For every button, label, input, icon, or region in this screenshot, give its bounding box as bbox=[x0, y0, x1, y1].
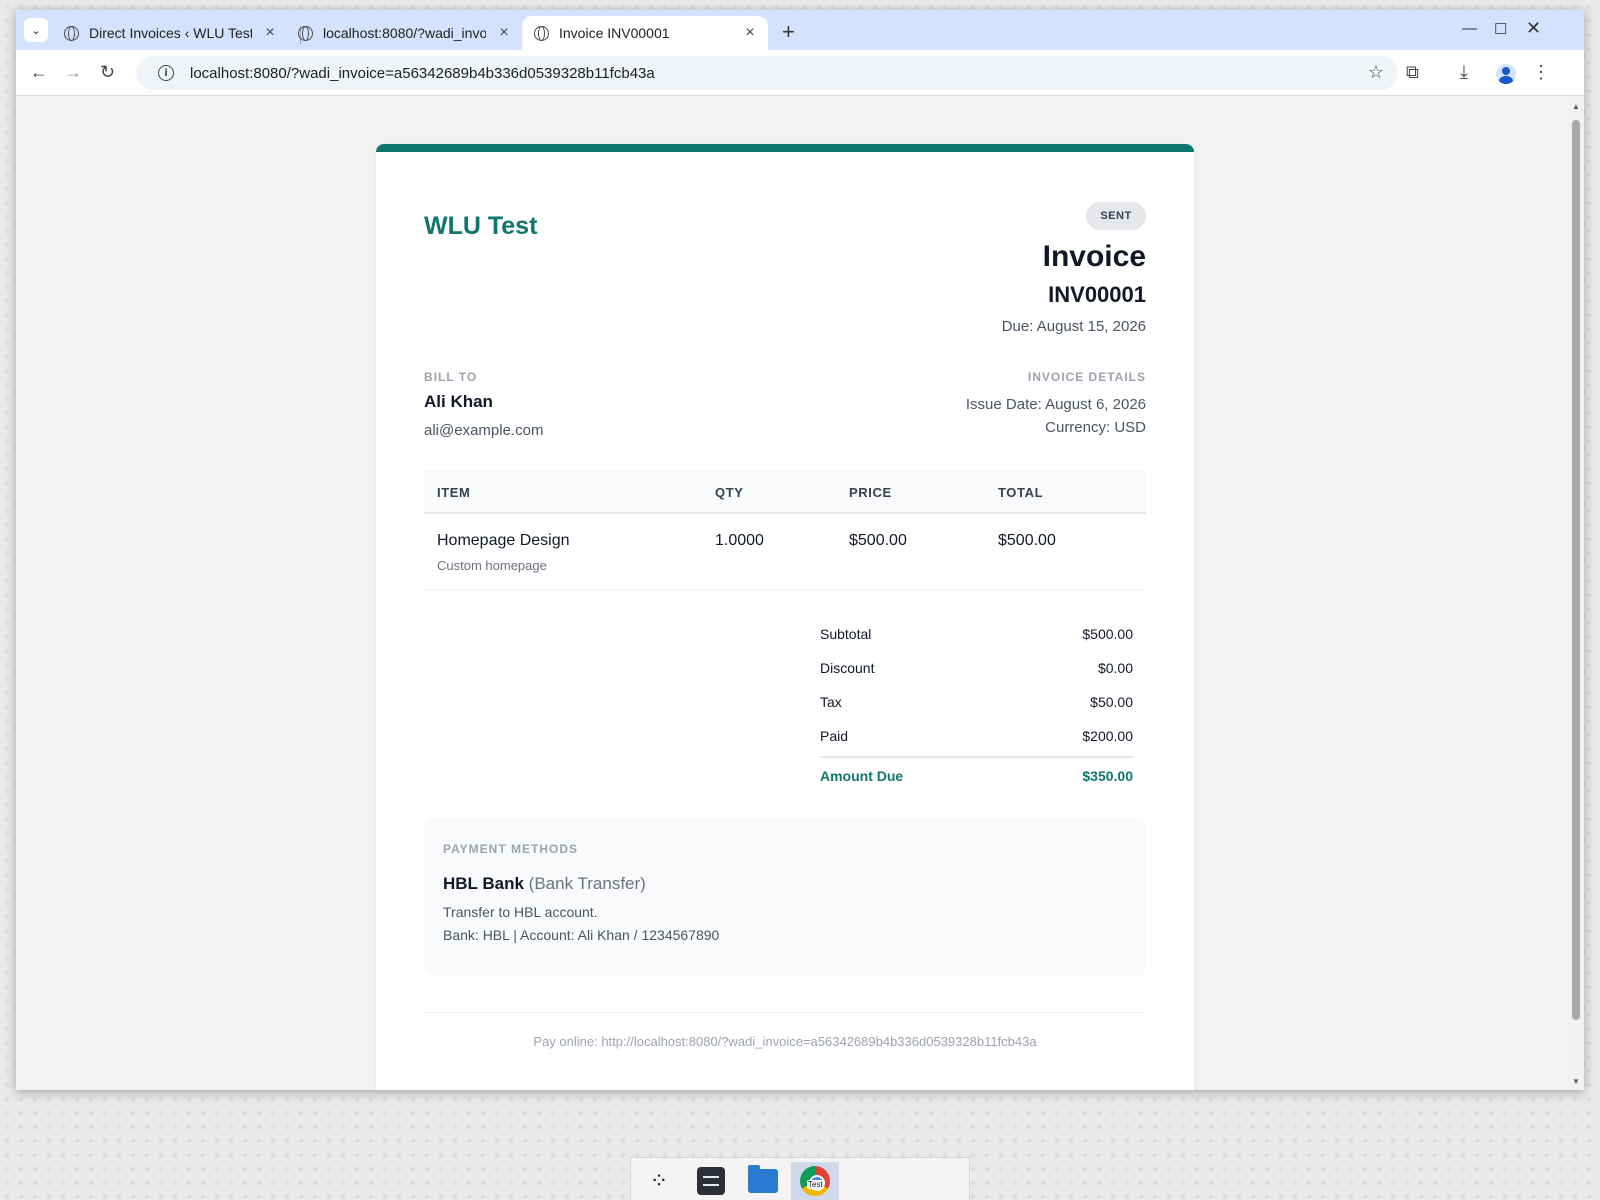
tax-label: Tax bbox=[820, 694, 842, 710]
invoice-number: INV00001 bbox=[1048, 282, 1146, 307]
invoice-title: Invoice bbox=[1042, 240, 1146, 273]
settings-app-button[interactable] bbox=[687, 1162, 735, 1200]
client-name: Ali Khan bbox=[424, 392, 493, 411]
subtotal-label: Subtotal bbox=[820, 626, 872, 642]
close-icon[interactable]: × bbox=[742, 24, 758, 42]
url-text: localhost:8080/?wadi_invoice=a56342689b4… bbox=[190, 64, 655, 82]
payment-type: (Bank Transfer) bbox=[528, 874, 646, 893]
minimize-icon[interactable]: — bbox=[1462, 20, 1477, 37]
paid-value: $200.00 bbox=[1082, 728, 1133, 744]
globe-icon bbox=[298, 25, 313, 41]
download-icon[interactable]: ⤓ bbox=[1460, 62, 1468, 83]
tab-bar: ⌄ Direct Invoices ‹ WLU Test — WordPress… bbox=[16, 10, 1584, 50]
line-items-table: ITEM QTY PRICE TOTAL Homepage Design Cus… bbox=[424, 470, 1146, 590]
tab-invoice-active[interactable]: Invoice INV00001 × bbox=[522, 16, 768, 50]
chrome-profile-badge: Test bbox=[807, 1180, 824, 1189]
star-icon[interactable]: ☆ bbox=[1368, 62, 1384, 83]
discount-value: $0.00 bbox=[1097, 660, 1133, 676]
tax-row: Tax $50.00 bbox=[820, 686, 1133, 720]
new-tab-button[interactable]: + bbox=[782, 19, 795, 45]
forward-arrow-icon[interactable]: → bbox=[64, 62, 82, 83]
globe-icon bbox=[64, 25, 79, 41]
payment-methods-box: PAYMENT METHODS HBL Bank (Bank Transfer)… bbox=[424, 818, 1146, 976]
chevron-down-icon: ⌄ bbox=[31, 24, 41, 37]
footer-divider bbox=[424, 1012, 1146, 1013]
subtotal-row: Subtotal $500.00 bbox=[820, 618, 1133, 652]
bill-to-label: BILL TO bbox=[424, 370, 478, 384]
header-price: PRICE bbox=[849, 485, 892, 500]
item-qty: 1.0000 bbox=[715, 532, 764, 549]
invoice-due-date: Due: August 15, 2026 bbox=[1001, 318, 1146, 335]
bank-name: HBL Bank bbox=[443, 874, 524, 893]
pay-online-link[interactable]: Pay online: http://localhost:8080/?wadi_… bbox=[424, 1034, 1146, 1049]
close-window-icon[interactable]: ✕ bbox=[1526, 18, 1541, 39]
payment-methods-label: PAYMENT METHODS bbox=[443, 842, 579, 856]
chrome-app-button[interactable]: Test bbox=[791, 1162, 839, 1200]
folder-icon bbox=[748, 1165, 778, 1193]
discount-label: Discount bbox=[820, 660, 875, 676]
header-total: TOTAL bbox=[998, 485, 1044, 500]
tab-search-button[interactable]: ⌄ bbox=[24, 18, 48, 42]
item-price: $500.00 bbox=[849, 532, 907, 549]
files-app-button[interactable] bbox=[739, 1162, 787, 1200]
more-menu-icon[interactable]: ⋮ bbox=[1532, 62, 1550, 83]
table-header: ITEM QTY PRICE TOTAL bbox=[424, 470, 1146, 514]
tab-localhost[interactable]: localhost:8080/?wadi_invoice × bbox=[286, 16, 522, 50]
scroll-down-icon[interactable]: ▼ bbox=[1572, 1077, 1580, 1086]
extensions-icon[interactable]: ⧉ bbox=[1406, 62, 1419, 83]
item-name: Homepage Design bbox=[437, 532, 570, 549]
payment-instructions: Transfer to HBL account. bbox=[443, 904, 598, 920]
maximize-icon[interactable]: ☐ bbox=[1494, 20, 1507, 38]
paid-row: Paid $200.00 bbox=[820, 720, 1133, 754]
company-name: WLU Test bbox=[424, 212, 538, 240]
tab-title: localhost:8080/?wadi_invoice bbox=[323, 25, 486, 41]
amount-due-label: Amount Due bbox=[820, 768, 904, 784]
issue-date: Issue Date: August 6, 2026 bbox=[965, 396, 1146, 413]
taskbar: ⁘ Test bbox=[630, 1157, 970, 1200]
close-icon[interactable]: × bbox=[496, 24, 512, 42]
info-icon[interactable]: i bbox=[158, 65, 174, 81]
settings-icon bbox=[697, 1167, 725, 1195]
address-bar[interactable]: i localhost:8080/?wadi_invoice=a56342689… bbox=[136, 56, 1398, 90]
payment-method-name: HBL Bank (Bank Transfer) bbox=[443, 874, 646, 894]
table-row: Homepage Design Custom homepage 1.0000 $… bbox=[424, 514, 1146, 590]
tab-title: Direct Invoices ‹ WLU Test — WordPress bbox=[89, 25, 252, 41]
totals-summary: Subtotal $500.00 Discount $0.00 Tax $50.… bbox=[820, 618, 1133, 792]
reload-icon[interactable]: ↻ bbox=[100, 62, 115, 83]
invoice-details-label: INVOICE DETAILS bbox=[1027, 370, 1146, 384]
discount-row: Discount $0.00 bbox=[820, 652, 1133, 686]
page-viewport: WLU Test SENT Invoice INV00001 Due: Augu… bbox=[16, 96, 1568, 1090]
invoice-card: WLU Test SENT Invoice INV00001 Due: Augu… bbox=[376, 144, 1194, 1090]
header-item: ITEM bbox=[437, 485, 471, 500]
currency: Currency: USD bbox=[1045, 419, 1146, 436]
amount-due-value: $350.00 bbox=[1082, 768, 1133, 784]
profile-avatar-icon[interactable] bbox=[1496, 64, 1516, 84]
launcher-icon: ⁘ bbox=[649, 1168, 669, 1193]
page-scrollbar[interactable]: ▲ ▼ bbox=[1568, 96, 1584, 1090]
subtotal-value: $500.00 bbox=[1082, 626, 1133, 642]
scrollbar-thumb[interactable] bbox=[1572, 120, 1580, 1020]
close-icon[interactable]: × bbox=[262, 24, 278, 42]
bank-account-details: Bank: HBL | Account: Ali Khan / 12345678… bbox=[443, 927, 720, 943]
client-email: ali@example.com bbox=[424, 422, 544, 439]
browser-toolbar: ← → ↻ i localhost:8080/?wadi_invoice=a56… bbox=[16, 50, 1584, 96]
back-arrow-icon[interactable]: ← bbox=[30, 62, 48, 83]
tax-value: $50.00 bbox=[1090, 694, 1133, 710]
header-qty: QTY bbox=[715, 485, 744, 500]
browser-window: ⌄ Direct Invoices ‹ WLU Test — WordPress… bbox=[16, 10, 1584, 1090]
paid-label: Paid bbox=[820, 728, 849, 744]
globe-icon bbox=[534, 25, 549, 41]
tab-title: Invoice INV00001 bbox=[559, 25, 670, 41]
scroll-up-icon[interactable]: ▲ bbox=[1572, 102, 1580, 111]
item-description: Custom homepage bbox=[437, 558, 547, 573]
app-launcher-button[interactable]: ⁘ bbox=[635, 1162, 683, 1200]
amount-due-row: Amount Due $350.00 bbox=[820, 756, 1133, 792]
tab-direct-invoices[interactable]: Direct Invoices ‹ WLU Test — WordPress × bbox=[52, 16, 288, 50]
item-total: $500.00 bbox=[998, 532, 1056, 549]
status-badge: SENT bbox=[1086, 202, 1146, 230]
